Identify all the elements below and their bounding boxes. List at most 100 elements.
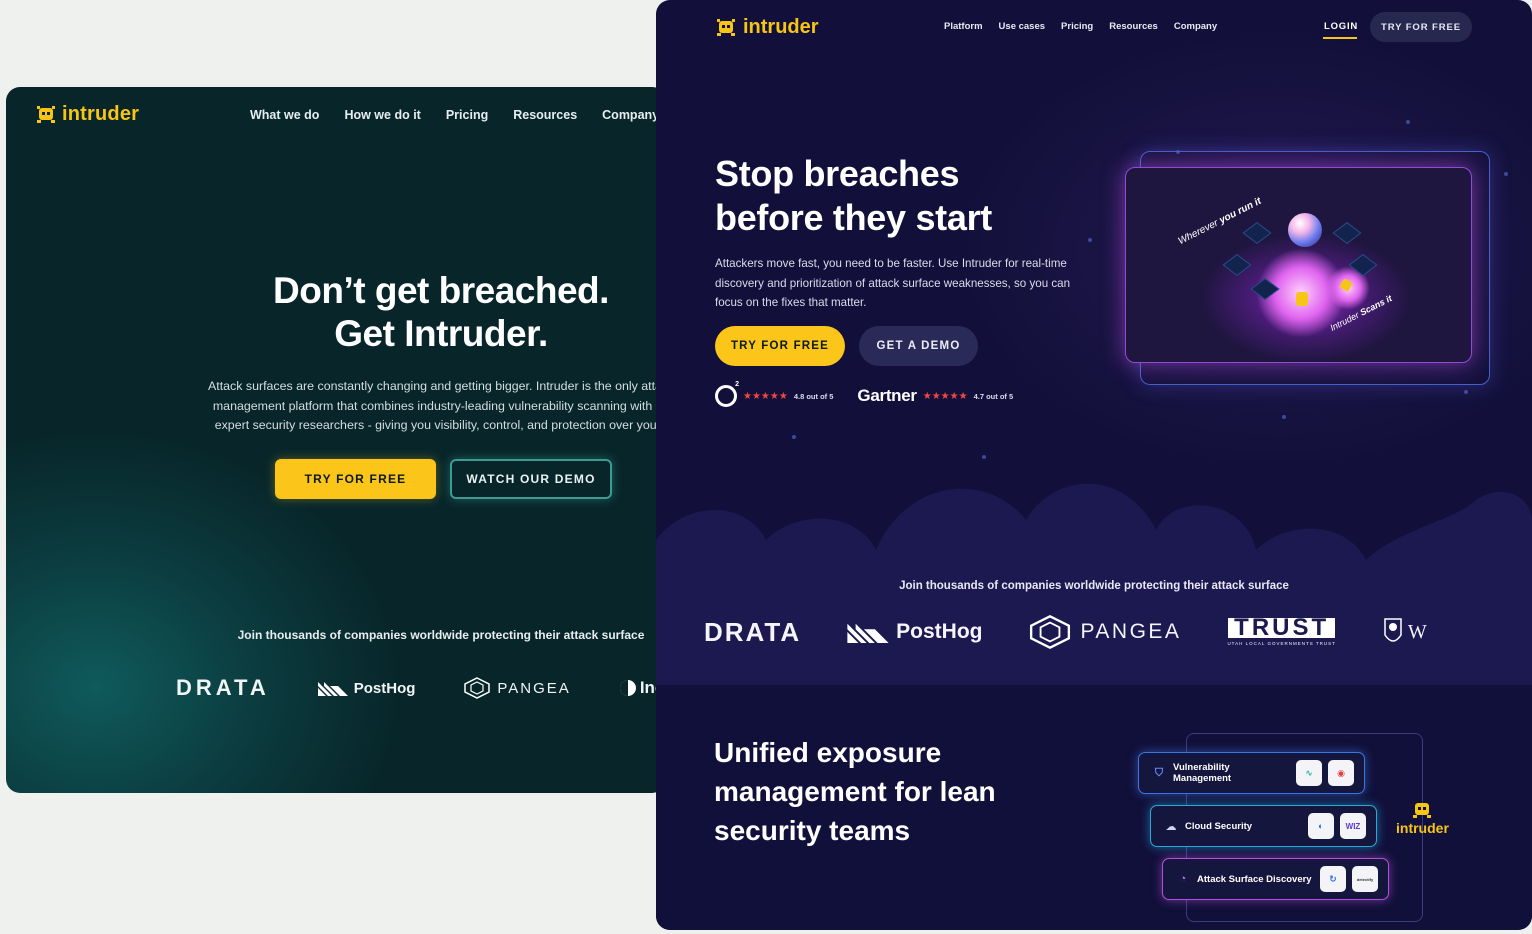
intruder-logo-icon xyxy=(1413,803,1432,818)
nav-pricing[interactable]: Pricing xyxy=(1061,21,1093,32)
back-site-window: intruder What we do How we do it Pricing… xyxy=(6,87,666,793)
front-headline: Stop breaches before they start xyxy=(715,152,992,240)
capability-label: Vulnerability Management xyxy=(1173,762,1232,784)
front-logo[interactable]: intruder xyxy=(716,16,819,39)
trust-subtext: UTAH LOCAL GOVERNMENTS TRUST xyxy=(1227,641,1336,646)
pangea-text: PANGEA xyxy=(1080,620,1182,643)
cloud-icon: ☁ xyxy=(1165,820,1177,833)
g2-score: 4.8 out of 5 xyxy=(793,391,834,401)
paragraph-line-1: Attack surfaces are constantly changing … xyxy=(208,379,666,393)
front-nav: Platform Use cases Pricing Resources Com… xyxy=(944,21,1217,32)
nav-resources[interactable]: Resources xyxy=(513,108,577,122)
headline-line-1: Don’t get breached. xyxy=(273,270,609,311)
capability-vulnerability-management[interactable]: ⛉ Vulnerability Management ∿ ◉ xyxy=(1138,752,1365,794)
nav-how-we-do-it[interactable]: How we do it xyxy=(344,108,420,122)
back-headline: Don’t get breached. Get Intruder. xyxy=(6,269,666,355)
star-dot xyxy=(1406,120,1410,124)
nav-platform[interactable]: Platform xyxy=(944,21,983,32)
nav-what-we-do[interactable]: What we do xyxy=(250,108,319,122)
inc-mark-icon xyxy=(619,680,636,696)
gartner-score: 4.7 out of 5 xyxy=(973,391,1014,401)
nav-company[interactable]: Company xyxy=(1174,21,1217,32)
hero-illustration: Wherever you run it Intruder Scans it xyxy=(1125,167,1472,363)
star-dot xyxy=(1088,238,1092,242)
intruder-logo-icon xyxy=(37,105,55,123)
integration-logo-icon: ↻ xyxy=(1320,866,1346,892)
front-site-window: intruder Platform Use cases Pricing Reso… xyxy=(656,0,1532,930)
integration-logo-icon: ◉ xyxy=(1328,760,1354,786)
intruder-badge: intruder xyxy=(1396,800,1449,836)
intruder-logo-icon xyxy=(717,18,735,36)
posthog-logo: PostHog xyxy=(317,679,416,697)
trust-logo: TRUST UTAH LOCAL GOVERNMENTS TRUST xyxy=(1227,616,1336,646)
front-customer-logos: DRATA PostHog PANGEA TRUST UTAH LOCAL GO… xyxy=(704,614,1427,650)
intruder-badge-text: intruder xyxy=(1396,820,1449,836)
star-dot xyxy=(792,435,796,439)
star-dot xyxy=(1282,415,1286,419)
paragraph-line-3: expert security researchers - giving you… xyxy=(214,418,666,432)
logo-text: intruder xyxy=(62,103,140,125)
capability-label: Attack Surface Discovery xyxy=(1197,873,1312,885)
front-join-text: Join thousands of companies worldwide pr… xyxy=(899,580,1289,592)
back-join-text: Join thousands of companies worldwide pr… xyxy=(237,628,645,642)
integration-logo-icon: ◐ xyxy=(1308,813,1334,839)
ratings-row: 2 ★★★★★ 4.8 out of 5 Gartner ★★★★★ 4.7 o… xyxy=(715,381,1014,407)
w-text: W xyxy=(1407,620,1427,643)
gartner-logo: Gartner xyxy=(857,386,917,405)
section-heading: Unified exposure management for lean sec… xyxy=(714,733,996,850)
back-cta-group: TRY FOR FREE WATCH OUR DEMO xyxy=(275,459,612,499)
caption-plain: Wherever xyxy=(1176,216,1223,248)
shield-icon: ⛉ xyxy=(1154,766,1164,779)
headline-line-2: before they start xyxy=(715,197,992,238)
headline-line-2: Get Intruder. xyxy=(334,313,548,354)
star-dot xyxy=(1504,172,1508,176)
capability-cloud-security[interactable]: ☁ Cloud Security ◐ WIZ xyxy=(1150,805,1377,847)
back-paragraph: Attack surfaces are constantly changing … xyxy=(6,377,666,436)
globe-icon xyxy=(1288,213,1322,247)
pangea-logo: PANGEA xyxy=(1028,614,1181,650)
g2-stars: ★★★★★ xyxy=(743,390,788,402)
posthog-mark-icon xyxy=(847,623,889,643)
posthog-text: PostHog xyxy=(353,679,416,697)
back-nav: What we do How we do it Pricing Resource… xyxy=(250,108,659,122)
nav-use-cases[interactable]: Use cases xyxy=(999,21,1045,32)
heading-line-1: Unified exposure xyxy=(714,737,942,768)
cube-icon xyxy=(1242,222,1272,244)
capability-attack-surface-discovery[interactable]: ◔ Attack Surface Discovery ↻ detectify xyxy=(1162,858,1389,900)
watch-demo-button[interactable]: WATCH OUR DEMO xyxy=(450,459,612,499)
heading-line-2: management for lean xyxy=(714,776,996,807)
nav-company[interactable]: Company xyxy=(602,108,659,122)
star-dot xyxy=(982,455,986,459)
radar-icon: ◔ xyxy=(1179,873,1187,885)
integration-logo-icon: ∿ xyxy=(1296,760,1322,786)
login-link[interactable]: LOGIN xyxy=(1324,21,1358,32)
try-for-free-button[interactable]: TRY FOR FREE xyxy=(275,459,436,499)
pangea-text: PANGEA xyxy=(497,679,571,697)
nav-resources[interactable]: Resources xyxy=(1109,21,1158,32)
detectify-logo: detectify xyxy=(1352,866,1378,892)
logo-text: intruder xyxy=(743,16,819,38)
pangea-hex-icon xyxy=(464,677,491,699)
gartner-stars: ★★★★★ xyxy=(922,390,968,402)
w-logo: W xyxy=(1382,615,1427,649)
star-dot xyxy=(1464,390,1468,394)
try-for-free-button[interactable]: TRY FOR FREE xyxy=(715,326,845,366)
wiz-logo: WIZ xyxy=(1340,813,1366,839)
get-a-demo-button[interactable]: GET A DEMO xyxy=(859,326,978,366)
headline-line-1: Stop breaches xyxy=(715,153,960,194)
back-customer-logos: DRATA PostHog PANGEA Inc xyxy=(176,675,664,701)
pangea-hex-icon xyxy=(1030,614,1071,650)
trust-text: TRUST xyxy=(1228,616,1336,640)
front-paragraph: Attackers move fast, you need to be fast… xyxy=(715,257,1071,309)
drata-logo: DRATA xyxy=(176,675,270,700)
posthog-mark-icon xyxy=(317,682,348,696)
capability-label: Cloud Security xyxy=(1185,820,1253,832)
cube-icon xyxy=(1332,222,1362,244)
nav-try-for-free-button[interactable]: TRY FOR FREE xyxy=(1370,12,1472,42)
back-logo[interactable]: intruder xyxy=(36,103,139,126)
crest-icon xyxy=(1384,618,1402,642)
pangea-logo: PANGEA xyxy=(463,677,570,699)
g2-logo-icon: 2 xyxy=(715,381,739,407)
nav-pricing[interactable]: Pricing xyxy=(446,108,488,122)
heading-line-3: security teams xyxy=(714,815,911,846)
